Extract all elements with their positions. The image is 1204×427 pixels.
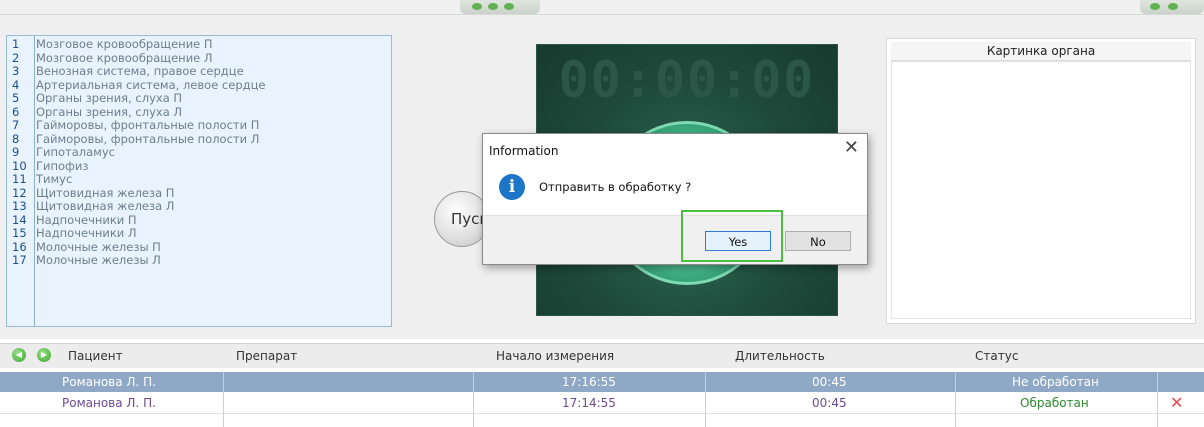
organ-list-item[interactable]: 8 Гайморовы, фронтальные полости Л: [7, 131, 391, 147]
nav-next-icon[interactable]: ▶: [37, 348, 51, 362]
table-row[interactable]: Романова Л. П. 17:16:55 00:45 Не обработ…: [0, 372, 1204, 392]
organ-name: Мозговое кровообращение Л: [36, 50, 213, 65]
no-button[interactable]: No: [785, 231, 851, 251]
organ-number: 10: [12, 158, 27, 173]
organ-list-item[interactable]: 5 Органы зрения, слуха П: [7, 91, 391, 106]
column-header-patient[interactable]: Пациент: [68, 349, 123, 363]
organ-number: 11: [12, 172, 27, 186]
organ-number: 15: [12, 226, 27, 240]
organ-name: Надпочечники П: [36, 212, 137, 227]
organ-name: Гайморовы, фронтальные полости П: [36, 118, 260, 132]
tab-dot-icon: [1168, 3, 1178, 10]
organ-list-item[interactable]: 10 Гипофиз: [7, 158, 391, 174]
dialog-footer: Yes No: [483, 215, 867, 264]
organ-number: 4: [12, 77, 20, 92]
organ-name: Венозная система, правое сердце: [36, 64, 244, 78]
tab-dot-icon: [472, 3, 482, 10]
organ-number: 13: [12, 199, 27, 213]
organ-list[interactable]: 1 Мозговое кровообращение П 2 Мозговое кро…: [6, 35, 392, 327]
organ-number: 7: [12, 118, 20, 132]
cell-start: 17:16:55: [562, 375, 616, 389]
top-tab-strip: [0, 0, 1204, 15]
organ-list-item[interactable]: 6 Органы зрения, слуха Л: [7, 104, 391, 120]
organ-list-item[interactable]: 3 Венозная система, правое сердце: [7, 64, 391, 79]
measurements-table-header: ◀ ▶ Пациент Препарат Начало измерения Дл…: [0, 343, 1204, 368]
column-header-status[interactable]: Статус: [975, 349, 1018, 363]
organ-list-item[interactable]: 14 Надпочечники П: [7, 212, 391, 228]
organ-list-item[interactable]: 1 Мозговое кровообращение П: [7, 37, 391, 52]
organ-number: 1: [12, 37, 20, 51]
organ-name: Гипофиз: [36, 158, 89, 173]
column-divider: [473, 372, 474, 427]
organ-name: Мозговое кровообращение П: [36, 37, 213, 51]
dialog-title: Information: [489, 144, 559, 158]
column-divider: [223, 372, 224, 427]
column-header-start[interactable]: Начало измерения: [496, 349, 614, 363]
organ-name: Органы зрения, слуха П: [36, 91, 183, 105]
cell-status: Не обработан: [1012, 375, 1099, 389]
tab-dot-icon: [1150, 3, 1160, 10]
organ-name: Гайморовы, фронтальные полости Л: [36, 131, 260, 146]
organ-number: 3: [12, 64, 20, 78]
cell-status: Обработан: [1020, 396, 1089, 410]
organ-number: 14: [12, 212, 27, 227]
organ-number: 17: [12, 253, 27, 267]
organ-name: Органы зрения, слуха Л: [36, 104, 183, 119]
organ-list-item[interactable]: 16 Молочные железы П: [7, 239, 391, 255]
information-dialog: Information ✕ i Отправить в обработку ? …: [482, 133, 868, 265]
cell-duration: 00:45: [812, 375, 847, 389]
cell-patient: Романова Л. П.: [62, 396, 156, 410]
cell-duration: 00:45: [812, 396, 847, 410]
organ-picture-area: [891, 61, 1191, 319]
tab-dot-icon: [488, 3, 498, 10]
organ-name: Молочные железы П: [36, 239, 161, 254]
organ-picture-panel: Картинка органа: [886, 38, 1196, 324]
column-divider: [705, 372, 706, 427]
organ-number: 8: [12, 131, 20, 146]
organ-list-item[interactable]: 4 Артериальная система, левое сердце: [7, 77, 391, 93]
organ-list-divider: [34, 36, 35, 326]
organ-name: Щитовидная железа Л: [36, 199, 175, 213]
organ-list-item[interactable]: 2 Мозговое кровообращение Л: [7, 50, 391, 66]
top-tab-left[interactable]: [460, 0, 540, 14]
organ-number: 2: [12, 50, 20, 65]
organ-list-item[interactable]: 13 Щитовидная железа Л: [7, 199, 391, 214]
tab-dot-icon: [504, 3, 514, 10]
table-row[interactable]: Романова Л. П. 17:14:55 00:45 Обработан …: [0, 393, 1204, 414]
organ-list-item[interactable]: 7 Гайморовы, фронтальные полости П: [7, 118, 391, 133]
dialog-message: Отправить в обработку ?: [539, 180, 692, 194]
organ-number: 9: [12, 145, 20, 159]
top-tab-right[interactable]: [1140, 0, 1204, 14]
timer-display: 00:00:00: [558, 51, 816, 109]
column-divider: [1157, 372, 1158, 427]
nav-prev-icon[interactable]: ◀: [12, 348, 26, 362]
delete-icon[interactable]: ✕: [1170, 393, 1183, 412]
organ-name: Молочные железы Л: [36, 253, 161, 267]
organ-list-item[interactable]: 15 Надпочечники Л: [7, 226, 391, 241]
organ-list-item[interactable]: 17 Молочные железы Л: [7, 253, 391, 268]
close-icon[interactable]: ✕: [844, 137, 859, 158]
organ-list-item[interactable]: 9 Гипоталамус: [7, 145, 391, 160]
column-header-drug[interactable]: Препарат: [236, 349, 297, 363]
yes-button[interactable]: Yes: [705, 231, 771, 251]
column-divider: [955, 372, 956, 427]
organ-number: 6: [12, 104, 20, 119]
organ-list-item[interactable]: 11 Тимус: [7, 172, 391, 187]
cell-patient: Романова Л. П.: [62, 375, 156, 389]
column-header-duration[interactable]: Длительность: [735, 349, 825, 363]
organ-picture-title: Картинка органа: [891, 42, 1191, 61]
organ-name: Артериальная система, левое сердце: [36, 77, 266, 92]
organ-list-item[interactable]: 12 Щитовидная железа П: [7, 185, 391, 201]
organ-name: Щитовидная железа П: [36, 185, 175, 200]
organ-number: 16: [12, 239, 27, 254]
organ-name: Гипоталамус: [36, 145, 115, 159]
organ-name: Надпочечники Л: [36, 226, 137, 240]
cell-start: 17:14:55: [562, 396, 616, 410]
organ-number: 12: [12, 185, 27, 200]
organ-number: 5: [12, 91, 20, 105]
info-icon: i: [499, 174, 525, 200]
